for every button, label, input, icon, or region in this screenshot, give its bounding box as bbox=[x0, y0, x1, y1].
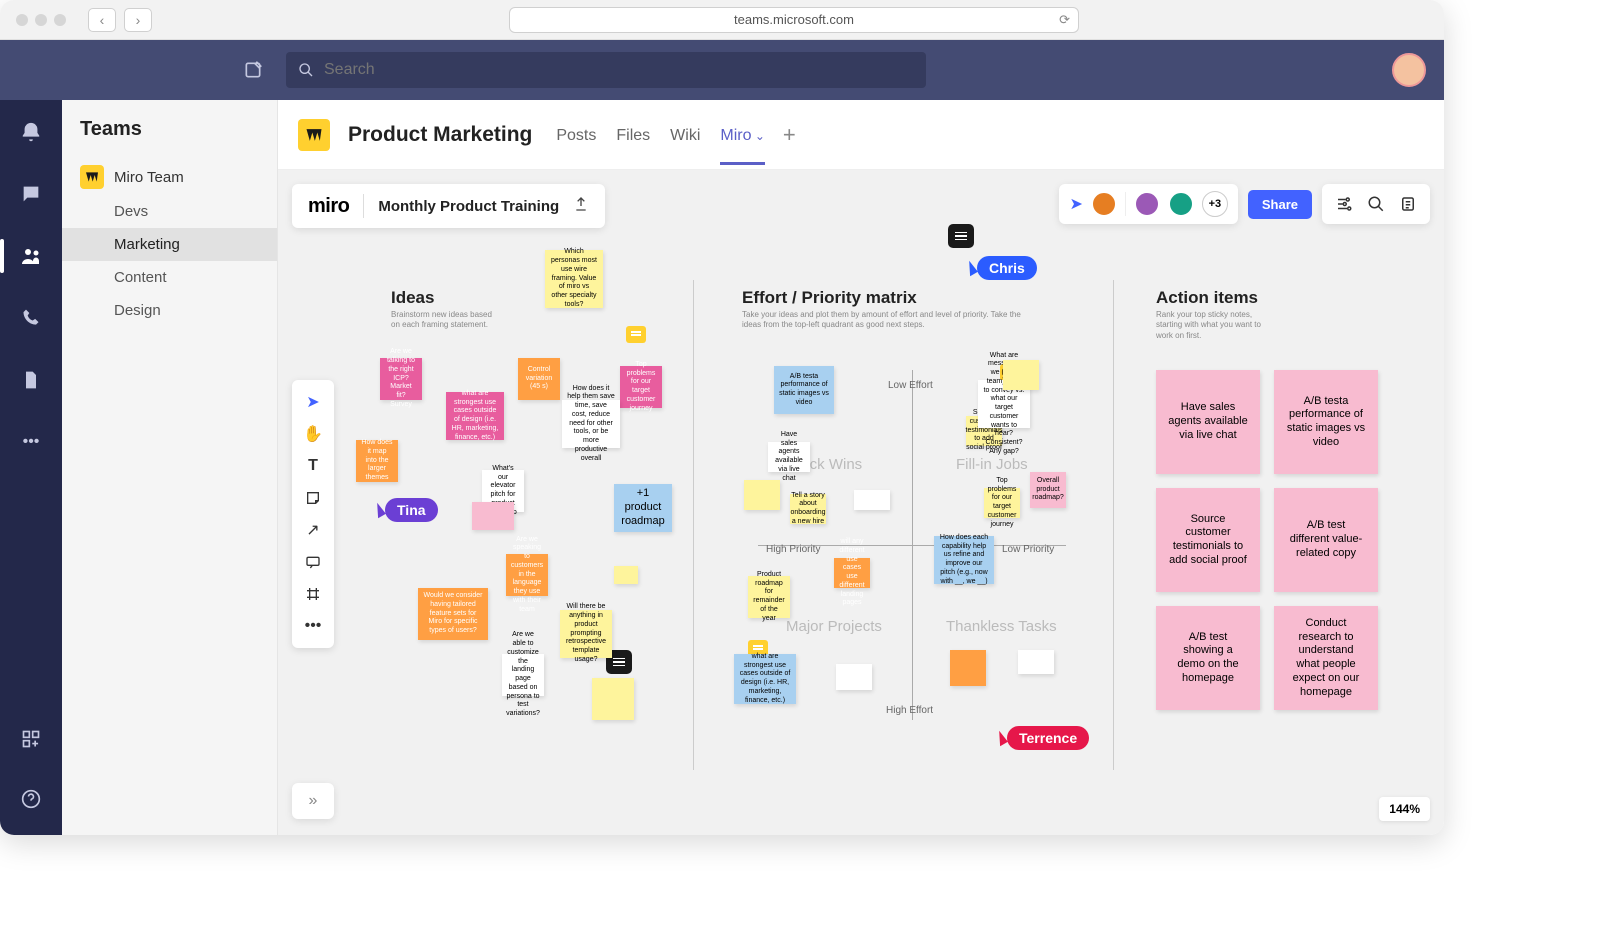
sticky-note[interactable]: Will there be anything in product prompt… bbox=[560, 610, 612, 658]
section-subtitle: Take your ideas and plot them by amount … bbox=[742, 310, 1022, 331]
reload-icon[interactable]: ⟳ bbox=[1059, 12, 1070, 28]
tab-miro[interactable]: Miro ⌄ bbox=[720, 105, 765, 165]
tab-posts[interactable]: Posts bbox=[556, 105, 596, 165]
rail-teams[interactable] bbox=[11, 236, 51, 276]
sticky-note[interactable]: will any different use cases use differe… bbox=[834, 558, 870, 588]
url-text: teams.microsoft.com bbox=[734, 12, 854, 27]
channel-devs[interactable]: Devs bbox=[62, 195, 277, 228]
teams-sidebar: Teams Miro Team DevsMarketingContentDesi… bbox=[62, 100, 278, 835]
team-item[interactable]: Miro Team bbox=[62, 159, 277, 195]
search-box[interactable] bbox=[286, 52, 926, 88]
search-input[interactable] bbox=[324, 61, 914, 79]
quadrant-label: Fill-in Jobs bbox=[956, 456, 1028, 473]
rail-calls[interactable] bbox=[11, 298, 51, 338]
sticky-note[interactable]: A/B testa performance of static images v… bbox=[774, 366, 834, 414]
sticky-note[interactable]: How does each capability help us refine … bbox=[934, 536, 994, 584]
sticky-note[interactable]: Are we talking to the right ICP? Market … bbox=[380, 358, 422, 400]
add-tab-button[interactable]: + bbox=[783, 122, 796, 148]
section-subtitle: Rank your top sticky notes, starting wit… bbox=[1156, 310, 1266, 341]
matrix-label-bottom: High Effort bbox=[886, 705, 933, 716]
rail-files[interactable] bbox=[11, 360, 51, 400]
section-title-matrix: Effort / Priority matrix bbox=[742, 288, 917, 308]
section-title-actions: Action items bbox=[1156, 288, 1258, 308]
rail-more[interactable]: ••• bbox=[11, 422, 51, 462]
sticky-note[interactable]: How does it help them save time, save co… bbox=[562, 400, 620, 448]
sticky-note[interactable]: Are we able to customize the landing pag… bbox=[502, 654, 544, 696]
sticky-note[interactable]: Overall product roadmap? bbox=[1030, 472, 1066, 508]
sticky-note[interactable]: Which personas most use wire framing. Va… bbox=[545, 250, 603, 308]
quadrant-label: Thankless Tasks bbox=[946, 618, 1057, 635]
action-sticky[interactable]: A/B test different value-related copy bbox=[1274, 488, 1378, 592]
rail-chat[interactable] bbox=[11, 174, 51, 214]
channel-icon bbox=[298, 119, 330, 151]
sticky-note[interactable]: +1 product roadmap bbox=[614, 484, 672, 532]
teams-top-bar bbox=[0, 40, 1444, 100]
rail-activity[interactable] bbox=[11, 112, 51, 152]
sticky-note[interactable] bbox=[592, 678, 634, 720]
sticky-note[interactable]: Are we speaking to customers in the lang… bbox=[506, 554, 548, 596]
sticky-note[interactable]: Have sales agents available via live cha… bbox=[768, 442, 810, 472]
content-header: Product Marketing Posts Files Wiki Miro ⌄ + bbox=[278, 100, 1444, 170]
sticky-note[interactable]: Top problems for our target customer jou… bbox=[984, 488, 1020, 518]
team-icon bbox=[80, 165, 104, 189]
sticky-note[interactable]: Top problems for our target customer jou… bbox=[620, 366, 662, 408]
matrix-label-left: High Priority bbox=[766, 544, 820, 555]
compose-button[interactable] bbox=[238, 55, 268, 85]
tab-files[interactable]: Files bbox=[616, 105, 650, 165]
quadrant-label: Major Projects bbox=[786, 618, 882, 635]
nav-back-button[interactable]: ‹ bbox=[88, 8, 116, 32]
tab-wiki[interactable]: Wiki bbox=[670, 105, 700, 165]
nav-forward-button[interactable]: › bbox=[124, 8, 152, 32]
channel-title: Product Marketing bbox=[348, 123, 532, 147]
action-sticky[interactable]: Source customer testimonials to add soci… bbox=[1156, 488, 1260, 592]
sticky-note[interactable] bbox=[614, 566, 638, 584]
action-sticky[interactable]: A/B test showing a demo on the homepage bbox=[1156, 606, 1260, 710]
sticky-note[interactable] bbox=[1018, 650, 1054, 674]
matrix-label-top: Low Effort bbox=[888, 380, 933, 391]
section-subtitle: Brainstorm new ideas based on each frami… bbox=[391, 310, 501, 331]
window-controls[interactable] bbox=[16, 14, 66, 26]
app-rail: ••• bbox=[0, 100, 62, 835]
action-sticky[interactable]: A/B testa performance of static images v… bbox=[1274, 370, 1378, 474]
user-avatar[interactable] bbox=[1392, 53, 1426, 87]
section-title-ideas: Ideas bbox=[391, 288, 434, 308]
section-divider bbox=[693, 280, 694, 770]
address-bar[interactable]: teams.microsoft.com ⟳ bbox=[509, 7, 1079, 33]
cursor-tina: Tina bbox=[374, 498, 438, 522]
sticky-comment-icon[interactable] bbox=[626, 326, 646, 343]
sticky-note[interactable] bbox=[836, 664, 872, 690]
sticky-note[interactable]: Control variation (45 s) bbox=[518, 358, 560, 400]
search-icon bbox=[298, 62, 314, 78]
team-name: Miro Team bbox=[114, 169, 184, 186]
sticky-note[interactable] bbox=[1003, 360, 1039, 390]
sticky-note[interactable] bbox=[854, 490, 890, 510]
comment-pin[interactable] bbox=[948, 224, 974, 248]
sticky-note[interactable]: Tell a story about onboarding a new hire bbox=[790, 494, 826, 524]
rail-apps[interactable] bbox=[11, 719, 51, 759]
cursor-terrence: Terrence bbox=[996, 726, 1089, 750]
sticky-note[interactable]: what are strongest use cases outside of … bbox=[734, 654, 796, 704]
sticky-note[interactable] bbox=[744, 480, 780, 510]
channel-content[interactable]: Content bbox=[62, 261, 277, 294]
miro-canvas[interactable]: miro Monthly Product Training ➤ +3 Share bbox=[278, 170, 1444, 835]
sticky-note[interactable]: Product roadmap for remainder of the yea… bbox=[748, 576, 790, 618]
sticky-note[interactable]: what are strongest use cases outside of … bbox=[446, 392, 504, 440]
sticky-note[interactable]: How does it map into the larger themes bbox=[356, 440, 398, 482]
section-divider bbox=[1113, 280, 1114, 770]
cursor-chris: Chris bbox=[966, 256, 1037, 280]
sticky-note[interactable] bbox=[950, 650, 986, 686]
sticky-note[interactable] bbox=[472, 502, 514, 530]
tab-strip: Posts Files Wiki Miro ⌄ bbox=[556, 105, 765, 165]
rail-help[interactable] bbox=[11, 779, 51, 819]
sidebar-heading: Teams bbox=[62, 118, 277, 159]
channel-design[interactable]: Design bbox=[62, 294, 277, 327]
browser-titlebar: ‹ › teams.microsoft.com ⟳ bbox=[0, 0, 1444, 40]
action-sticky[interactable]: Have sales agents available via live cha… bbox=[1156, 370, 1260, 474]
channel-marketing[interactable]: Marketing bbox=[62, 228, 277, 261]
action-sticky[interactable]: Conduct research to understand what peop… bbox=[1274, 606, 1378, 710]
sticky-note[interactable]: Would we consider having tailored featur… bbox=[418, 588, 488, 640]
matrix-label-right: Low Priority bbox=[1002, 544, 1054, 555]
